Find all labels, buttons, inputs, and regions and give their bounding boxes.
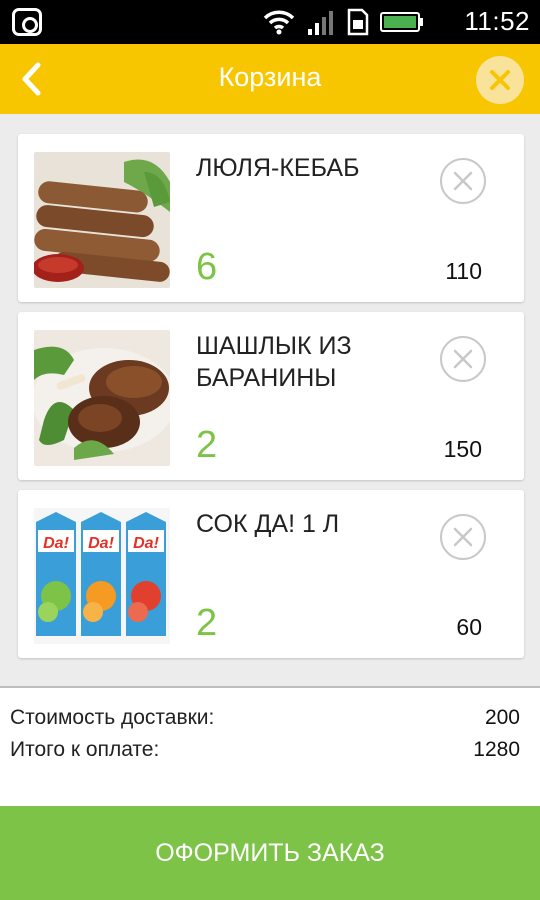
juice-cartons-photo: Da! Da! Da! bbox=[34, 508, 170, 644]
item-price: 60 bbox=[456, 614, 482, 640]
app-header: Корзина bbox=[0, 44, 540, 114]
item-price: 110 bbox=[445, 258, 482, 284]
item-quantity[interactable]: 2 bbox=[196, 424, 217, 467]
cart-item[interactable]: ЛЮЛЯ-КЕБАБ 6 110 bbox=[18, 134, 524, 302]
total-row: Итого к оплате: 1280 bbox=[10, 738, 520, 762]
close-icon bbox=[453, 349, 473, 369]
place-order-button[interactable]: ОФОРМИТЬ ЗАКАЗ bbox=[0, 806, 540, 900]
battery-icon bbox=[380, 12, 423, 32]
cart-item[interactable]: ШАШЛЫК ИЗ БАРАНИНЫ 2 150 bbox=[18, 312, 524, 480]
lamb-shashlik-photo bbox=[34, 330, 170, 466]
cart-list: ЛЮЛЯ-КЕБАБ 6 110 ШАШЛЫК ИЗ БАРАНИНЫ 2 15… bbox=[0, 114, 540, 686]
lula-kebab-photo bbox=[34, 152, 170, 288]
order-summary: Стоимость доставки: 200 Итого к оплате: … bbox=[0, 686, 540, 808]
instagram-icon bbox=[12, 8, 42, 36]
page-title: Корзина bbox=[218, 62, 322, 92]
remove-item-button[interactable] bbox=[440, 158, 486, 204]
total-value: 1280 bbox=[473, 738, 520, 761]
remove-item-button[interactable] bbox=[440, 336, 486, 382]
svg-text:Da!: Da! bbox=[133, 535, 159, 552]
delivery-cost-label: Стоимость доставки: bbox=[10, 706, 215, 729]
item-quantity[interactable]: 6 bbox=[196, 246, 217, 289]
item-name: ШАШЛЫК ИЗ БАРАНИНЫ bbox=[196, 332, 352, 392]
item-quantity[interactable]: 2 bbox=[196, 602, 217, 645]
remove-item-button[interactable] bbox=[440, 514, 486, 560]
status-bar: 11:52 bbox=[0, 0, 540, 44]
total-label: Итого к оплате: bbox=[10, 738, 160, 761]
delivery-cost-value: 200 bbox=[484, 706, 520, 729]
svg-text:Da!: Da! bbox=[88, 535, 114, 552]
wifi-icon bbox=[263, 10, 295, 35]
clock: 11:52 bbox=[464, 6, 530, 36]
item-name: ЛЮЛЯ-КЕБАБ bbox=[196, 154, 360, 182]
item-name: СОК ДА! 1 Л bbox=[196, 510, 340, 538]
delivery-cost-row: Стоимость доставки: 200 bbox=[10, 706, 520, 730]
status-icons bbox=[262, 8, 424, 36]
close-icon bbox=[453, 527, 473, 547]
close-icon bbox=[490, 70, 510, 90]
svg-text:Da!: Da! bbox=[43, 535, 69, 552]
signal-icon bbox=[308, 11, 333, 35]
close-icon bbox=[453, 171, 473, 191]
sim-icon bbox=[347, 8, 369, 36]
clear-cart-button[interactable] bbox=[476, 56, 524, 104]
item-price: 150 bbox=[443, 436, 482, 462]
cart-item[interactable]: Da! Da! Da! СОК ДА! 1 Л 2 60 bbox=[18, 490, 524, 658]
